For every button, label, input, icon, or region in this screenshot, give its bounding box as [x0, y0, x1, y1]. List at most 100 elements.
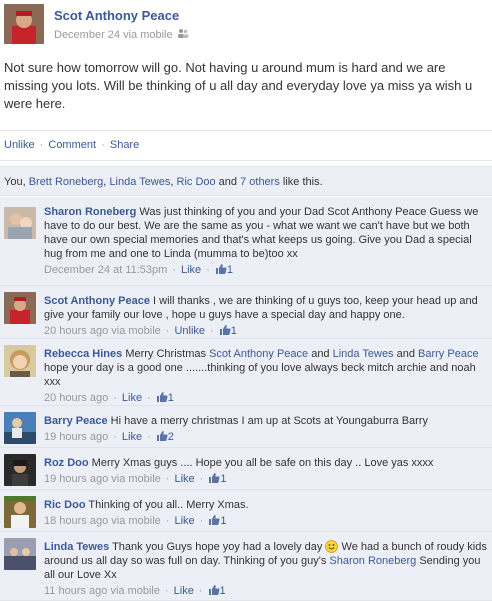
comment-meta: 20 hours ago via mobile · Unlike · 1: [44, 324, 237, 338]
like-link[interactable]: Like: [174, 472, 194, 486]
comment-text: Hi have a merry christmas I am up at Sco…: [110, 415, 428, 427]
likes-sentence: You, Brett Roneberg, Linda Tewes, Ric Do…: [4, 176, 323, 188]
likes-summary: You, Brett Roneberg, Linda Tewes, Ric Do…: [0, 166, 492, 196]
story-header: Scot Anthony Peace December 24 via mobil…: [4, 4, 488, 44]
author-name[interactable]: Scot Anthony Peace: [54, 8, 179, 23]
comment-timestamp[interactable]: 11 hours ago via mobile: [44, 584, 160, 598]
like-count-number: 1: [219, 585, 226, 597]
comment-meta: 19 hours ago · Like · 2: [44, 430, 174, 444]
comment-text: Merry Christmas: [125, 348, 210, 360]
commenter-avatar[interactable]: [4, 496, 36, 528]
separator-dot: ·: [113, 392, 117, 404]
comment-text: and: [308, 348, 333, 360]
comment-text: Merry Xmas guys .... Hope you all be saf…: [91, 457, 434, 469]
comment-timestamp[interactable]: 19 hours ago via mobile: [44, 472, 161, 486]
commenter-name[interactable]: Sharon Roneberg: [44, 206, 136, 218]
share-link[interactable]: Share: [110, 139, 139, 151]
comment-item: Scot Anthony Peace I will thanks , we ar…: [0, 286, 492, 339]
comment-text: hope your day is a good one .......think…: [44, 362, 476, 388]
separator-dot: ·: [210, 325, 214, 337]
mention-link[interactable]: Sharon Roneberg: [329, 555, 416, 567]
commenter-avatar[interactable]: [4, 412, 36, 444]
separator-dot: ·: [164, 585, 169, 597]
commenter-name[interactable]: Rebecca Hines: [44, 348, 122, 360]
commenter-name[interactable]: Barry Peace: [44, 415, 108, 427]
comment-timestamp[interactable]: 20 hours ago: [44, 391, 108, 405]
comment-text: Thinking of you all.. Merry Xmas.: [88, 499, 249, 511]
mention-link[interactable]: Linda Tewes: [333, 348, 394, 360]
like-link[interactable]: Like: [174, 514, 194, 528]
separator-dot: ·: [101, 139, 105, 151]
unlike-link[interactable]: Unlike: [4, 139, 35, 151]
post-date[interactable]: December 24 via mobile: [54, 29, 173, 41]
divider: [0, 130, 492, 131]
comment-timestamp[interactable]: 20 hours ago via mobile: [44, 324, 161, 338]
commenter-name[interactable]: Scot Anthony Peace: [44, 295, 150, 307]
comment-meta: 11 hours ago via mobile · Like · 1: [44, 584, 226, 598]
separator-dot: ·: [165, 325, 170, 337]
post-meta: December 24 via mobile: [54, 28, 189, 41]
thumbs-up-icon: [219, 325, 231, 335]
unlike-link[interactable]: Unlike: [174, 324, 205, 338]
comment-meta: December 24 at 11:53pm · Like · 1: [44, 263, 233, 277]
thumbs-up-icon: [209, 515, 220, 525]
like-count-number: 1: [226, 264, 233, 276]
like-count[interactable]: 1: [156, 391, 174, 405]
like-link[interactable]: Like: [122, 430, 142, 444]
commenter-name[interactable]: Linda Tewes: [44, 541, 109, 553]
commenter-avatar[interactable]: [4, 454, 36, 486]
like-count[interactable]: 1: [208, 584, 226, 598]
commenter-avatar[interactable]: [4, 207, 36, 239]
like-count-number: 1: [230, 325, 237, 337]
comment-meta: 20 hours ago · Like · 1: [44, 391, 174, 405]
author-avatar[interactable]: [4, 4, 44, 44]
commenter-name[interactable]: Ric Doo: [44, 499, 86, 511]
like-link[interactable]: Like: [122, 391, 142, 405]
comment-body: Barry Peace Hi have a merry christmas I …: [44, 414, 488, 444]
separator-dot: ·: [165, 515, 170, 527]
mention-link[interactable]: Scot Anthony Peace: [209, 348, 308, 360]
like-count[interactable]: 1: [219, 324, 237, 338]
comment-body: Scot Anthony Peace I will thanks , we ar…: [44, 294, 488, 338]
like-count-number: 2: [167, 431, 174, 443]
comment-item: Ric Doo Thinking of you all.. Merry Xmas…: [0, 490, 492, 532]
commenter-avatar[interactable]: [4, 345, 36, 377]
thumbs-up-icon: [156, 431, 168, 441]
like-count[interactable]: 1: [208, 514, 226, 528]
comment-timestamp[interactable]: December 24 at 11:53pm: [44, 263, 167, 277]
like-count-number: 1: [167, 392, 174, 404]
others-link[interactable]: 7 others: [240, 176, 280, 188]
like-link[interactable]: Like: [181, 263, 201, 277]
thumbs-up-icon: [215, 264, 227, 274]
liker-link[interactable]: Linda Tewes: [109, 176, 170, 188]
separator-dot: ·: [199, 473, 204, 485]
comment-body: Sharon Roneberg Was just thinking of you…: [44, 205, 488, 277]
mention-link[interactable]: Barry Peace: [418, 348, 479, 360]
comment-body: Roz Doo Merry Xmas guys .... Hope you al…: [44, 456, 488, 486]
separator-dot: ·: [147, 392, 151, 404]
separator-dot: ·: [113, 431, 117, 443]
separator-dot: ·: [165, 473, 170, 485]
liker-link[interactable]: Brett Roneberg: [29, 176, 104, 188]
liker-link[interactable]: Ric Doo: [177, 176, 216, 188]
comment-meta: 19 hours ago via mobile · Like · 1: [44, 472, 226, 486]
comment-timestamp[interactable]: 18 hours ago via mobile: [44, 514, 161, 528]
like-link[interactable]: Like: [174, 584, 194, 598]
like-count[interactable]: 1: [208, 472, 226, 486]
like-count[interactable]: 1: [215, 263, 233, 277]
commenter-name[interactable]: Roz Doo: [44, 457, 89, 469]
likes-and: and: [215, 176, 241, 188]
comment-timestamp[interactable]: 19 hours ago: [44, 430, 108, 444]
comment-meta: 18 hours ago via mobile · Like · 1: [44, 514, 226, 528]
comment-link[interactable]: Comment: [48, 139, 96, 151]
comment-item: Sharon Roneberg Was just thinking of you…: [0, 197, 492, 286]
commenter-avatar[interactable]: [4, 292, 36, 324]
separator-dot: ·: [147, 431, 151, 443]
story-actions: Unlike · Comment · Share: [4, 139, 139, 151]
likes-suffix: like this.: [279, 176, 323, 188]
comment-body: Linda Tewes Thank you Guys hope yoy had …: [44, 540, 488, 598]
like-count[interactable]: 2: [156, 430, 174, 444]
divider: [0, 160, 492, 161]
commenter-avatar[interactable]: [4, 538, 36, 570]
friends-audience-icon[interactable]: [177, 28, 189, 41]
